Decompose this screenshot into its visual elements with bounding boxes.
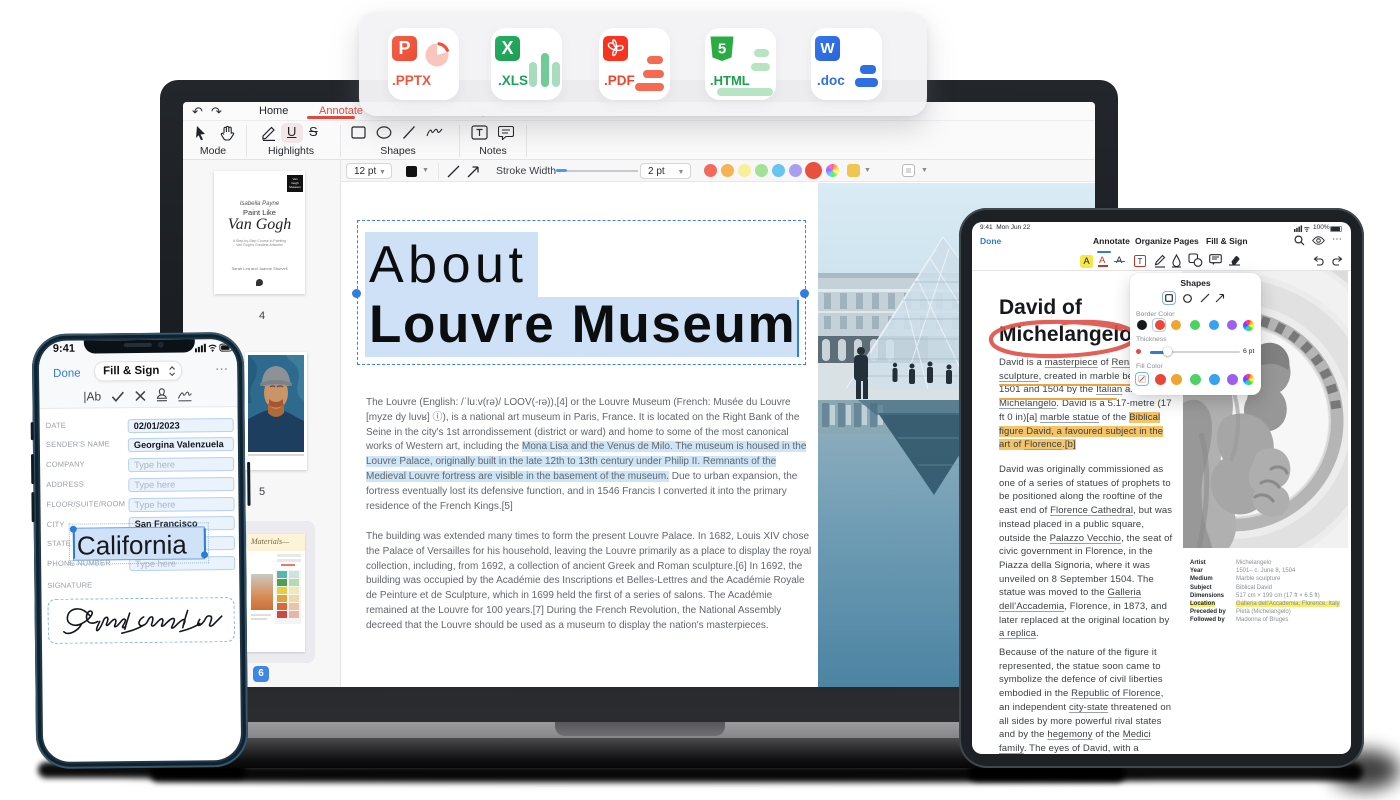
svg-text:5: 5	[718, 41, 726, 58]
